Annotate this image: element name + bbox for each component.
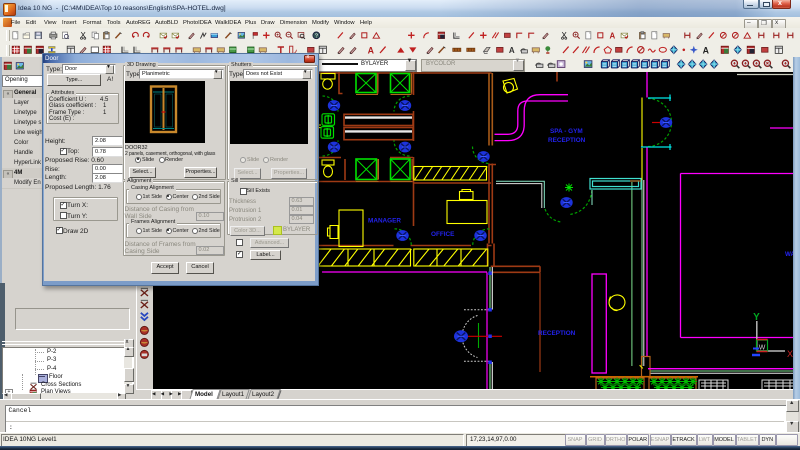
svg-text:RECEPTION: RECEPTION [548,137,586,144]
svg-text:MANAGER: MANAGER [368,218,401,225]
svg-text:A: A [609,31,615,39]
svg-text:A: A [703,45,710,54]
svg-text:X: X [787,349,793,359]
svg-text:A: A [368,45,375,54]
svg-text:OFFICE: OFFICE [431,231,455,238]
svg-text:W: W [759,345,766,352]
svg-text:Y: Y [753,312,760,323]
svg-text:SPA - GYM: SPA - GYM [550,128,583,135]
svg-text:?: ? [315,33,318,39]
svg-text:WA: WA [785,251,793,258]
svg-text:A: A [509,46,515,55]
svg-text:RECEPTION: RECEPTION [538,330,576,337]
